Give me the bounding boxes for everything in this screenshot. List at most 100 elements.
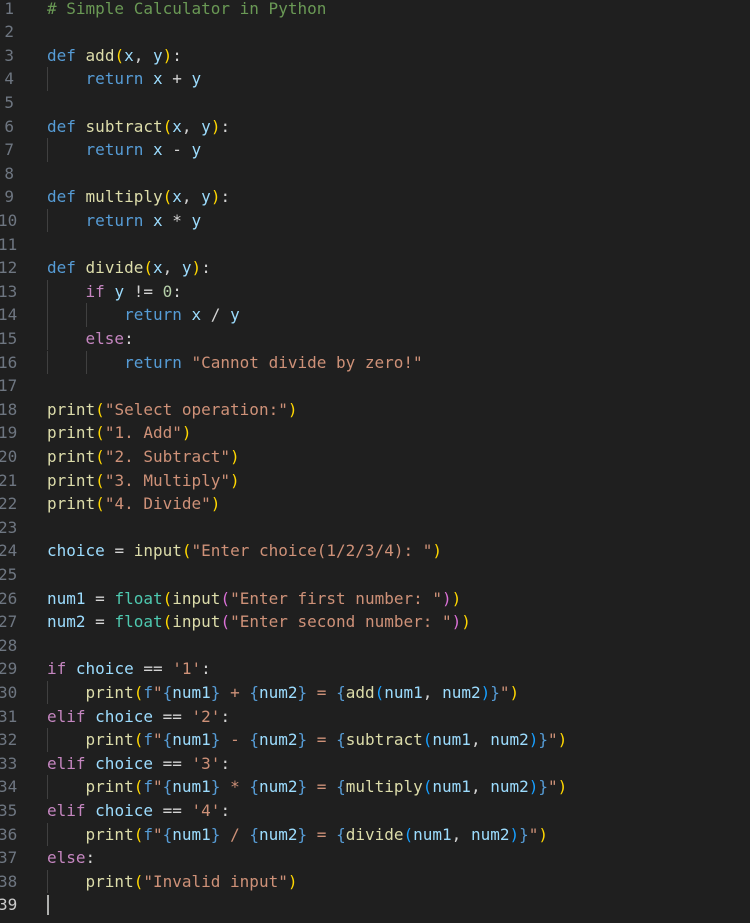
code-text[interactable]: else: xyxy=(47,846,95,870)
indent-guide xyxy=(47,67,48,91)
code-line[interactable]: 2 xyxy=(0,20,750,44)
code-line[interactable]: 35 elif choice == '4': xyxy=(0,799,750,823)
code-line[interactable]: 12 def divide(x, y): xyxy=(0,256,750,280)
code-line[interactable]: 27 num2 = float(input("Enter second numbe… xyxy=(0,610,750,634)
code-line[interactable]: 11 xyxy=(0,233,750,257)
code-line[interactable]: 3 def add(x, y): xyxy=(0,44,750,68)
code-line[interactable]: 39 xyxy=(0,893,750,917)
code-line[interactable]: 4 return x + y xyxy=(0,67,750,91)
code-line[interactable]: 33 elif choice == '3': xyxy=(0,752,750,776)
line-number: 15 xyxy=(0,328,18,348)
line-number: 27 xyxy=(0,612,18,632)
line-number: 1 xyxy=(4,0,14,18)
line-number: 28 xyxy=(0,635,18,655)
code-line[interactable]: 19 print("1. Add") xyxy=(0,421,750,445)
code-text[interactable]: print("Select operation:") xyxy=(47,398,297,422)
code-line[interactable]: 26 num1 = float(input("Enter first number… xyxy=(0,587,750,611)
code-text[interactable]: choice = input("Enter choice(1/2/3/4): "… xyxy=(47,539,442,563)
line-number: 23 xyxy=(0,517,18,537)
code-text[interactable]: else: xyxy=(47,327,134,351)
code-line[interactable]: 37 else: xyxy=(0,846,750,870)
line-number: 8 xyxy=(4,163,14,183)
code-line[interactable]: 36 print(f"{num1} / {num2} = {divide(num… xyxy=(0,823,750,847)
code-line[interactable]: 28 xyxy=(0,634,750,658)
line-number: 30 xyxy=(0,682,18,702)
code-line[interactable]: 13 if y != 0: xyxy=(0,280,750,304)
code-text[interactable]: num1 = float(input("Enter first number: … xyxy=(47,587,461,611)
code-line[interactable]: 38 print("Invalid input") xyxy=(0,870,750,894)
line-number: 4 xyxy=(4,69,14,89)
line-number: 31 xyxy=(0,706,18,726)
code-line[interactable]: 22 print("4. Divide") xyxy=(0,492,750,516)
code-text[interactable]: return x * y xyxy=(47,209,202,233)
code-line[interactable]: 7 return x - y xyxy=(0,138,750,162)
code-text[interactable]: def subtract(x, y): xyxy=(47,115,230,139)
indent-guide xyxy=(85,350,87,375)
code-line[interactable]: 30 print(f"{num1} + {num2} = {add(num1, … xyxy=(0,681,750,705)
code-line[interactable]: 1 # Simple Calculator in Python xyxy=(0,0,750,20)
code-line[interactable]: 15 else: xyxy=(0,327,750,351)
code-text[interactable]: print("1. Add") xyxy=(47,421,192,445)
code-line[interactable]: 8 xyxy=(0,162,750,186)
code-text[interactable]: def multiply(x, y): xyxy=(47,185,230,209)
code-editor[interactable]: 1 # Simple Calculator in Python 2 3 def add(… xyxy=(0,0,750,923)
code-text[interactable]: return x / y xyxy=(47,303,240,327)
line-number: 36 xyxy=(0,824,18,844)
line-number: 11 xyxy=(0,234,18,254)
code-line[interactable]: 10 return x * y xyxy=(0,209,750,233)
code-text[interactable]: print("Invalid input") xyxy=(47,870,298,894)
code-line[interactable]: 34 print(f"{num1} * {num2} = {multiply(n… xyxy=(0,775,750,799)
indent-guide xyxy=(47,680,48,705)
code-text[interactable]: print(f"{num1} * {num2} = {multiply(num1… xyxy=(47,775,568,799)
code-line[interactable]: 21 print("3. Multiply") xyxy=(0,469,750,493)
code-text[interactable]: return x + y xyxy=(47,67,202,91)
code-line[interactable]: 23 xyxy=(0,516,750,540)
code-text[interactable]: print("2. Subtract") xyxy=(47,445,240,469)
code-text[interactable]: return "Cannot divide by zero!" xyxy=(47,351,423,375)
indent-guide xyxy=(47,350,48,375)
line-number: 38 xyxy=(0,871,18,891)
code-text[interactable]: # Simple Calculator in Python xyxy=(47,0,326,20)
line-number: 37 xyxy=(0,848,18,868)
code-line[interactable]: 14 return x / y xyxy=(0,303,750,327)
line-number: 34 xyxy=(0,777,18,797)
code-text[interactable]: elif choice == '4': xyxy=(47,799,230,823)
line-number: 24 xyxy=(0,541,18,561)
code-text[interactable]: elif choice == '2': xyxy=(47,705,230,729)
code-line[interactable]: 31 elif choice == '2': xyxy=(0,705,750,729)
line-number: 33 xyxy=(0,753,18,773)
code-line[interactable]: 20 print("2. Subtract") xyxy=(0,445,750,469)
code-text[interactable]: print(f"{num1} + {num2} = {add(num1, num… xyxy=(47,681,520,705)
line-number: 14 xyxy=(0,305,18,325)
code-text[interactable]: elif choice == '3': xyxy=(47,752,230,776)
indent-guide xyxy=(47,279,48,304)
code-line[interactable]: 5 xyxy=(0,91,750,115)
code-text[interactable]: print(f"{num1} / {num2} = {divide(num1, … xyxy=(47,823,549,847)
code-text[interactable]: if y != 0: xyxy=(47,280,182,304)
code-line[interactable]: 18 print("Select operation:") xyxy=(0,398,750,422)
code-text[interactable]: print("3. Multiply") xyxy=(47,469,240,493)
code-text[interactable]: num2 = float(input("Enter second number:… xyxy=(47,610,471,634)
code-line[interactable]: 6 def subtract(x, y): xyxy=(0,115,750,139)
code-text[interactable]: print("4. Divide") xyxy=(47,492,220,516)
line-number: 39 xyxy=(0,895,18,915)
line-number: 22 xyxy=(0,494,18,514)
code-line[interactable]: 25 xyxy=(0,563,750,587)
code-text[interactable]: def divide(x, y): xyxy=(47,256,211,280)
indent-guide xyxy=(47,775,48,799)
code-line[interactable]: 24 choice = input("Enter choice(1/2/3/4):… xyxy=(0,539,750,563)
code-text[interactable]: if choice == '1': xyxy=(47,657,211,681)
line-number: 18 xyxy=(0,399,18,419)
line-number: 25 xyxy=(0,564,18,584)
code-line[interactable]: 16 return "Cannot divide by zero!" xyxy=(0,351,750,375)
code-line[interactable]: 17 xyxy=(0,374,750,398)
code-line[interactable]: 9 def multiply(x, y): xyxy=(0,185,750,209)
code-text[interactable]: print(f"{num1} - {num2} = {subtract(num1… xyxy=(47,728,568,752)
indent-guide xyxy=(47,208,48,233)
code-text[interactable]: def add(x, y): xyxy=(47,44,182,68)
code-line[interactable]: 32 print(f"{num1} - {num2} = {subtract(n… xyxy=(0,728,750,752)
line-number: 29 xyxy=(0,659,18,679)
code-line[interactable]: 29 if choice == '1': xyxy=(0,657,750,681)
line-number: 21 xyxy=(0,470,18,490)
code-text[interactable]: return x - y xyxy=(47,138,202,162)
